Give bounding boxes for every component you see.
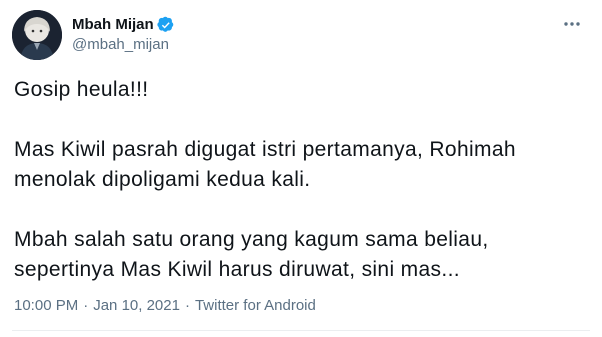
tweet-paragraph: Mas Kiwil pasrah digugat istri pertamany… <box>14 138 516 191</box>
name-row: Mbah Mijan <box>72 15 175 35</box>
divider <box>12 330 590 331</box>
tweet-card: Mbah Mijan @mbah_mijan Gosip heula!!! Ma… <box>0 0 602 337</box>
tweet-date[interactable]: Jan 10, 2021 <box>93 297 180 314</box>
verified-badge-icon <box>157 16 175 34</box>
tweet-paragraph: Gosip heula!!! <box>14 78 149 101</box>
more-options-icon[interactable] <box>562 14 582 34</box>
avatar[interactable] <box>12 10 62 60</box>
tweet-paragraph: Mbah salah satu orang yang kagum sama be… <box>14 228 489 281</box>
author-names: Mbah Mijan @mbah_mijan <box>72 15 175 55</box>
meta-separator: · <box>184 297 190 314</box>
tweet-time[interactable]: 10:00 PM <box>14 297 78 314</box>
avatar-image <box>12 10 62 60</box>
tweet-text: Gosip heula!!! Mas Kiwil pasrah digugat … <box>14 75 590 285</box>
author-handle[interactable]: @mbah_mijan <box>72 35 175 55</box>
meta-separator: · <box>83 297 89 314</box>
author-display-name[interactable]: Mbah Mijan <box>72 15 154 35</box>
tweet-meta: 10:00 PM · Jan 10, 2021 · Twitter for An… <box>14 297 316 314</box>
tweet-header: Mbah Mijan @mbah_mijan <box>12 10 590 60</box>
tweet-source[interactable]: Twitter for Android <box>195 297 316 314</box>
